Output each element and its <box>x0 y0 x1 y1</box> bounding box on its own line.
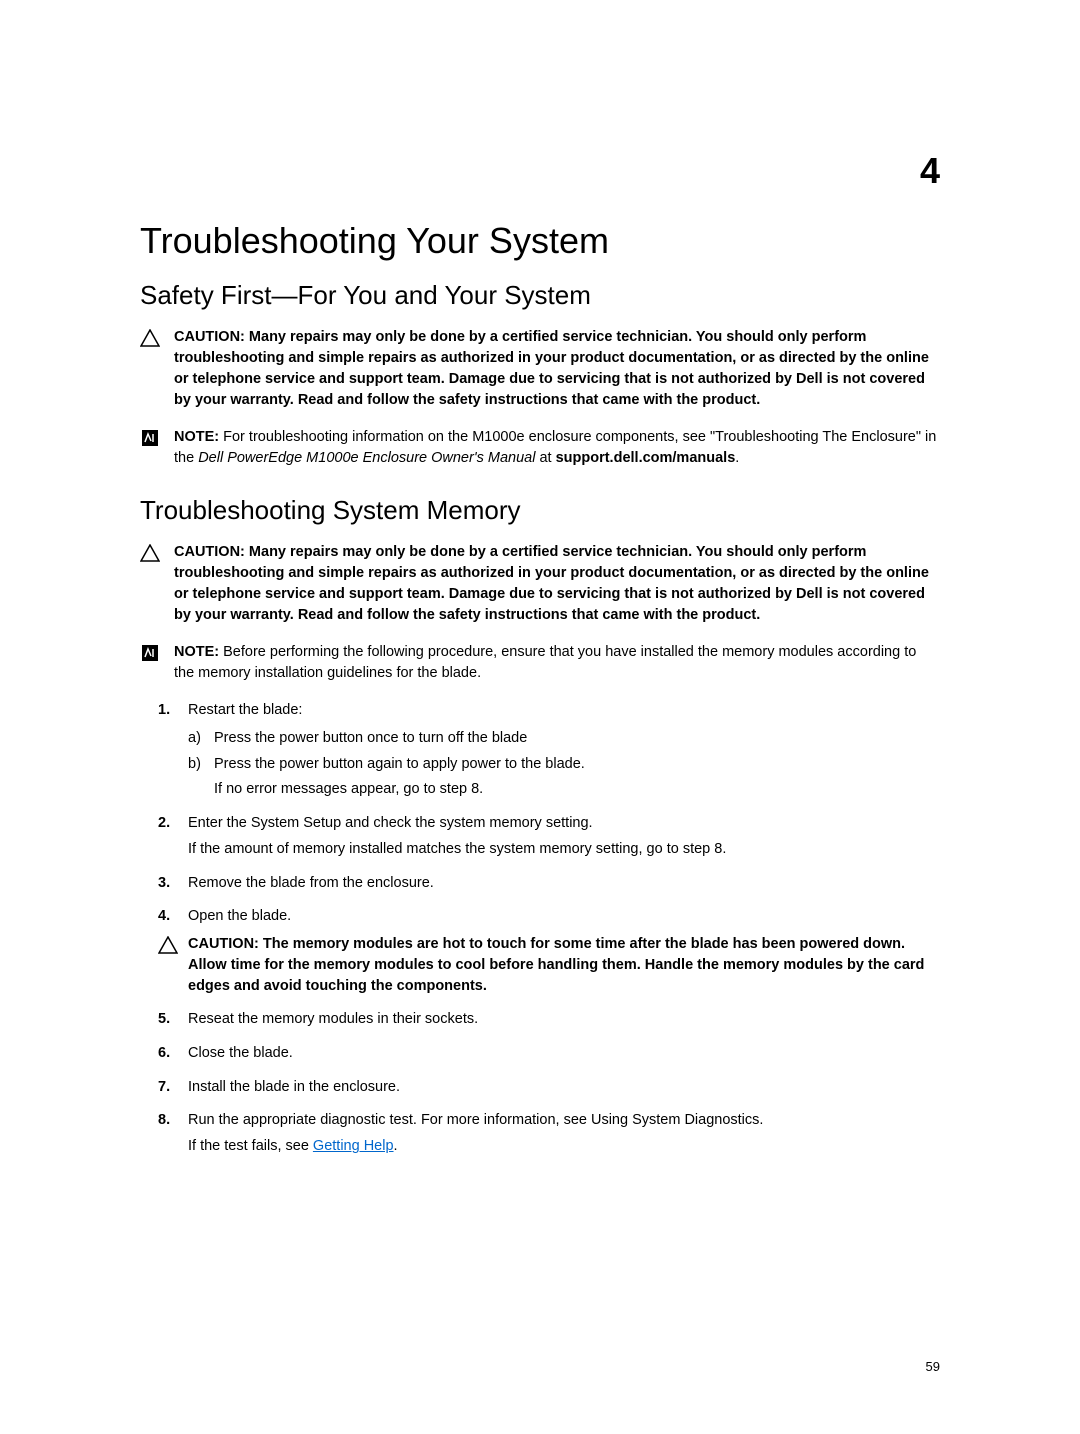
step-8: Run the appropriate diagnostic test. For… <box>158 1110 940 1158</box>
step-followup: If no error messages appear, go to step … <box>188 779 940 801</box>
section-heading-memory: Troubleshooting System Memory <box>140 495 940 526</box>
substep-a: Press the power button once to turn off … <box>188 728 940 750</box>
caution-text: CAUTION: Many repairs may only be done b… <box>174 327 940 411</box>
caution-icon <box>140 544 160 562</box>
step-2: Enter the System Setup and check the sys… <box>158 813 940 861</box>
note-admonition: NOTE: For troubleshooting information on… <box>140 427 940 469</box>
note-admonition: NOTE: Before performing the following pr… <box>140 642 940 684</box>
step-3: Remove the blade from the enclosure. <box>158 873 940 895</box>
note-icon <box>140 644 160 662</box>
step-7: Install the blade in the enclosure. <box>158 1077 940 1099</box>
page-content: 4 Troubleshooting Your System Safety Fir… <box>0 0 1080 1230</box>
step-5: Reseat the memory modules in their socke… <box>158 1009 940 1031</box>
step-6: Close the blade. <box>158 1043 940 1065</box>
caution-icon <box>140 329 160 347</box>
step-4: Open the blade. CAUTION: The memory modu… <box>158 906 940 997</box>
page-number: 59 <box>926 1359 940 1374</box>
step-1: Restart the blade: Press the power butto… <box>158 700 940 801</box>
caution-icon <box>158 936 178 954</box>
step-followup: If the test fails, see Getting Help. <box>188 1136 940 1158</box>
caution-admonition-inline: CAUTION: The memory modules are hot to t… <box>188 934 940 997</box>
caution-text: CAUTION: Many repairs may only be done b… <box>174 542 940 626</box>
caution-admonition: CAUTION: Many repairs may only be done b… <box>140 542 940 626</box>
section-heading-safety: Safety First—For You and Your System <box>140 280 940 311</box>
substep-b: Press the power button again to apply po… <box>188 754 940 776</box>
note-icon <box>140 429 160 447</box>
note-text: NOTE: Before performing the following pr… <box>174 642 940 684</box>
page-title: Troubleshooting Your System <box>140 220 940 262</box>
getting-help-link[interactable]: Getting Help <box>313 1138 394 1154</box>
step-followup: If the amount of memory installed matche… <box>188 839 940 861</box>
caution-text: CAUTION: The memory modules are hot to t… <box>188 934 940 997</box>
substeps-list: Press the power button once to turn off … <box>188 728 940 776</box>
caution-admonition: CAUTION: Many repairs may only be done b… <box>140 327 940 411</box>
note-text: NOTE: For troubleshooting information on… <box>174 427 940 469</box>
chapter-number: 4 <box>920 150 940 192</box>
steps-list: Restart the blade: Press the power butto… <box>158 700 940 1158</box>
